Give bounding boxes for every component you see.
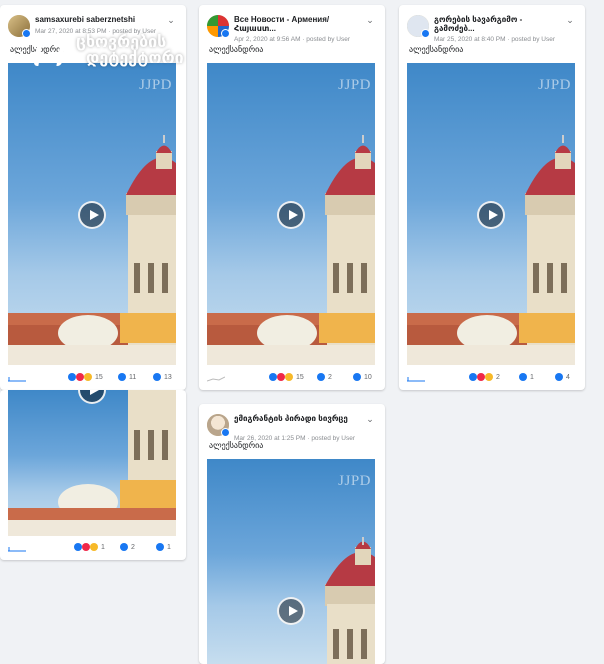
sparkline-icon: [8, 377, 26, 382]
comment-icon: [118, 373, 126, 381]
love-icon: [477, 373, 485, 381]
haha-icon: [84, 373, 92, 381]
post-caption: ალექსანდრია: [409, 45, 464, 54]
share-icon: [555, 373, 563, 381]
post-header: ემიგრანტის პირადი სივრცე Mar 26, 2020 at…: [207, 414, 377, 442]
play-icon[interactable]: [277, 597, 305, 625]
comment-icon: [317, 373, 325, 381]
page-name[interactable]: ემიგრანტის პირადი სივრცე: [234, 414, 361, 423]
cathedral-image: [8, 390, 176, 536]
verified-icon: [421, 29, 430, 38]
post-header: გორების სავარგიმო - გამოძებ... Mar 25, 2…: [407, 15, 577, 43]
post-stats: 15 2 10: [207, 373, 377, 385]
play-icon[interactable]: [477, 201, 505, 229]
comment-icon: [519, 373, 527, 381]
verified-icon: [22, 29, 31, 38]
post-caption: ალექსანდრია: [209, 45, 264, 54]
post-meta: Mar 25, 2020 at 8:40 PM · posted by User: [434, 36, 556, 43]
overlay-logo: ცხოვრების დეტექტორი: [33, 34, 196, 74]
comments-count[interactable]: 2: [120, 543, 135, 551]
shares-count[interactable]: 13: [153, 373, 172, 381]
haha-icon: [485, 373, 493, 381]
post-stats: 15 11 13: [8, 373, 178, 385]
share-icon: [153, 373, 161, 381]
video-thumbnail[interactable]: JJPD: [207, 459, 375, 664]
sparkline-icon: [407, 377, 425, 382]
play-icon[interactable]: [78, 201, 106, 229]
love-icon: [82, 543, 90, 551]
shares-count[interactable]: 1: [156, 543, 171, 551]
chevron-down-icon[interactable]: ⌄: [565, 15, 575, 25]
post-card-4: 1 2 1: [0, 390, 186, 560]
sparkline-icon: [207, 376, 225, 382]
video-watermark: JJPD: [338, 77, 371, 93]
page-name[interactable]: Все Новости - Армения/ Հայաստ...: [234, 15, 361, 33]
post-header: Все Новости - Армения/ Հայաստ... Apr 2, …: [207, 15, 377, 43]
verified-icon: [221, 29, 230, 38]
shares-count[interactable]: 4: [555, 373, 570, 381]
post-meta: Apr 2, 2020 at 9:56 AM · posted by User: [234, 36, 350, 43]
comments-count[interactable]: 1: [519, 373, 534, 381]
share-icon: [353, 373, 361, 381]
sparkline-icon: [8, 547, 26, 552]
video-thumbnail[interactable]: JJPD: [8, 63, 176, 365]
video-thumbnail[interactable]: JJPD: [207, 63, 375, 365]
video-thumbnail[interactable]: [8, 390, 176, 536]
logo-line-1: ცხოვრების: [76, 34, 167, 51]
post-card-3: გორების სავარგიმო - გამოძებ... Mar 25, 2…: [399, 5, 585, 390]
love-icon: [277, 373, 285, 381]
post-caption: ალექსანდრია: [209, 441, 264, 450]
haha-icon: [285, 373, 293, 381]
post-stats: 1 2 1: [8, 543, 178, 555]
comments-count[interactable]: 11: [118, 373, 136, 381]
video-watermark: JJPD: [538, 77, 571, 93]
post-card-2: Все Новости - Армения/ Հայաստ... Apr 2, …: [199, 5, 385, 390]
post-stats: 2 1 4: [407, 373, 577, 385]
page-name[interactable]: გორების სავარგიმო - გამოძებ...: [434, 15, 561, 33]
logo-mark-icon: [33, 36, 67, 66]
reactions-count[interactable]: 15: [68, 373, 103, 381]
video-watermark: JJPD: [338, 473, 371, 489]
video-thumbnail[interactable]: JJPD: [407, 63, 575, 365]
reactions-count[interactable]: 2: [469, 373, 500, 381]
share-icon: [156, 543, 164, 551]
chevron-down-icon[interactable]: ⌄: [166, 15, 176, 25]
shares-count[interactable]: 10: [353, 373, 372, 381]
play-icon[interactable]: [277, 201, 305, 229]
like-icon: [269, 373, 277, 381]
love-icon: [76, 373, 84, 381]
like-icon: [74, 543, 82, 551]
chevron-down-icon[interactable]: ⌄: [365, 414, 375, 424]
reactions-count[interactable]: 1: [74, 543, 105, 551]
video-watermark: JJPD: [139, 77, 172, 93]
haha-icon: [90, 543, 98, 551]
logo-line-2: დეტექტორი: [86, 50, 184, 67]
chevron-down-icon[interactable]: ⌄: [365, 15, 375, 25]
comment-icon: [120, 543, 128, 551]
like-icon: [469, 373, 477, 381]
page-name[interactable]: samsaxurebi saberznetshi: [35, 15, 162, 24]
post-card-5: ემიგრანტის პირადი სივრცე Mar 26, 2020 at…: [199, 404, 385, 664]
comments-count[interactable]: 2: [317, 373, 332, 381]
reactions-count[interactable]: 15: [269, 373, 304, 381]
verified-icon: [221, 428, 230, 437]
like-icon: [68, 373, 76, 381]
